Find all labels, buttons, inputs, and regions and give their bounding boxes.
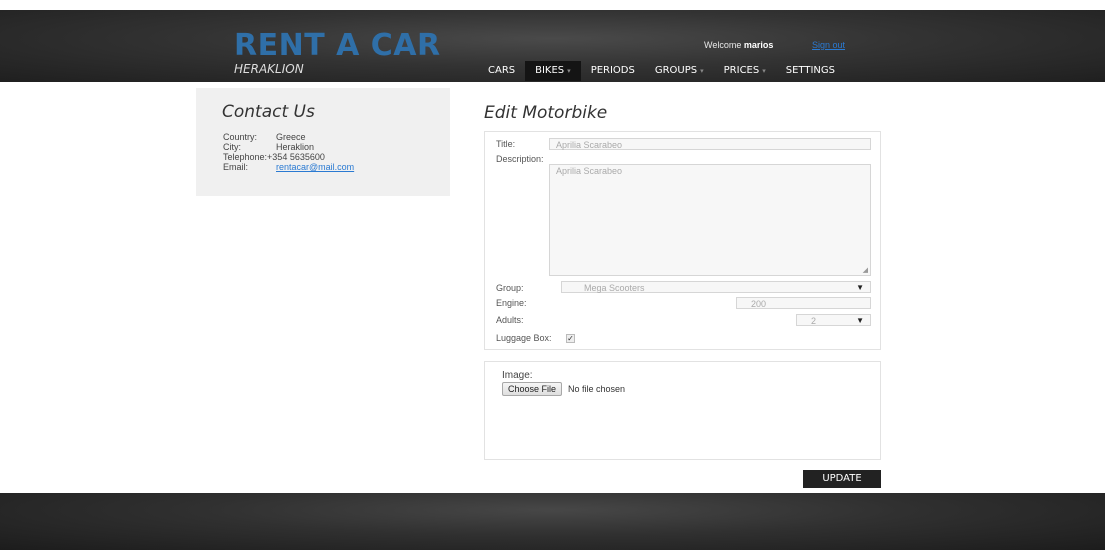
luggage-box-label: Luggage Box: (496, 333, 552, 343)
contact-heading: Contact Us (222, 102, 315, 122)
adults-label: Adults: (496, 315, 524, 325)
city-label: City: (223, 142, 241, 152)
logo-title[interactable]: RENT A CAR (234, 28, 441, 63)
nav-item-label: CARS (488, 65, 516, 76)
country-value: Greece (276, 132, 306, 142)
file-status-text: No file chosen (568, 384, 626, 394)
title-label: Title: (496, 139, 516, 149)
nav-item-cars[interactable]: CARS (478, 61, 525, 81)
description-text: Aprilia Scarabeo (556, 166, 623, 176)
contact-row-city: City: Heraklion (223, 142, 354, 152)
image-upload-panel: Image: Choose File No file chosen (484, 361, 881, 460)
welcome-message: Welcome marios (704, 40, 773, 50)
engine-input[interactable]: 200 (736, 297, 871, 309)
luggage-box-checkbox[interactable]: ✓ (566, 334, 575, 343)
contact-sidebar: Contact Us Country: Greece City: Herakli… (196, 88, 450, 196)
telephone-value: +354 5635600 (267, 152, 325, 162)
chevron-down-icon: ▾ (762, 67, 766, 75)
chevron-down-icon: ▾ (567, 67, 571, 75)
image-label: Image: (502, 370, 533, 381)
nav-item-label: PERIODS (590, 65, 635, 76)
header-bar: RENT A CAR HERAKLION Welcome marios Sign… (0, 10, 1105, 82)
footer-bar (0, 493, 1105, 550)
nav-item-label: PRICES (723, 65, 760, 76)
email-label: Email: (223, 162, 249, 172)
group-label: Group: (496, 283, 524, 293)
dropdown-arrow-icon: ▼ (856, 283, 864, 292)
welcome-text: Welcome (704, 40, 742, 50)
logo-subtitle: HERAKLION (234, 62, 304, 76)
dropdown-arrow-icon: ▼ (856, 316, 864, 325)
edit-motorbike-form: Title: Aprilia Scarabeo Description: Apr… (484, 131, 881, 350)
chevron-down-icon: ▾ (700, 67, 704, 75)
nav-item-label: BIKES (535, 65, 565, 76)
page-title: Edit Motorbike (484, 103, 608, 123)
contact-details: Country: Greece City: Heraklion Telephon… (223, 132, 354, 172)
nav-item-label: SETTINGS (785, 65, 835, 76)
resize-handle-icon[interactable]: ◢ (863, 266, 868, 274)
nav-item-bikes[interactable]: BIKES ▾ (525, 61, 581, 81)
email-link[interactable]: rentacar@mail.com (276, 162, 354, 172)
title-input[interactable]: Aprilia Scarabeo (549, 138, 871, 150)
group-select[interactable]: Mega Scooters ▼ (561, 281, 871, 293)
country-label: Country: (223, 132, 258, 142)
main-nav: CARS BIKES ▾ PERIODS GROUPS ▾ PRICES ▾ SETT… (478, 60, 845, 82)
nav-item-groups[interactable]: GROUPS ▾ (645, 61, 714, 81)
contact-row-telephone: Telephone: +354 5635600 (223, 152, 354, 162)
username: marios (743, 40, 774, 50)
nav-item-periods[interactable]: PERIODS (581, 61, 645, 81)
adults-select[interactable]: 2 ▼ (796, 314, 871, 326)
group-selected-value: Mega Scooters (584, 283, 645, 293)
city-value: Heraklion (276, 142, 315, 152)
description-textarea[interactable]: Aprilia Scarabeo ◢ (549, 164, 871, 276)
contact-row-country: Country: Greece (223, 132, 354, 142)
engine-label: Engine: (496, 298, 527, 308)
description-label: Description: (496, 154, 544, 164)
contact-row-email: Email: rentacar@mail.com (223, 162, 354, 172)
telephone-label: Telephone: (223, 152, 268, 162)
nav-item-settings[interactable]: SETTINGS (776, 61, 845, 81)
nav-item-prices[interactable]: PRICES ▾ (714, 61, 776, 81)
adults-selected-value: 2 (811, 316, 817, 326)
choose-file-button[interactable]: Choose File (502, 382, 563, 396)
nav-item-label: GROUPS (654, 65, 698, 76)
update-button[interactable]: UPDATE (803, 470, 881, 488)
sign-out-link[interactable]: Sign out (812, 40, 845, 50)
